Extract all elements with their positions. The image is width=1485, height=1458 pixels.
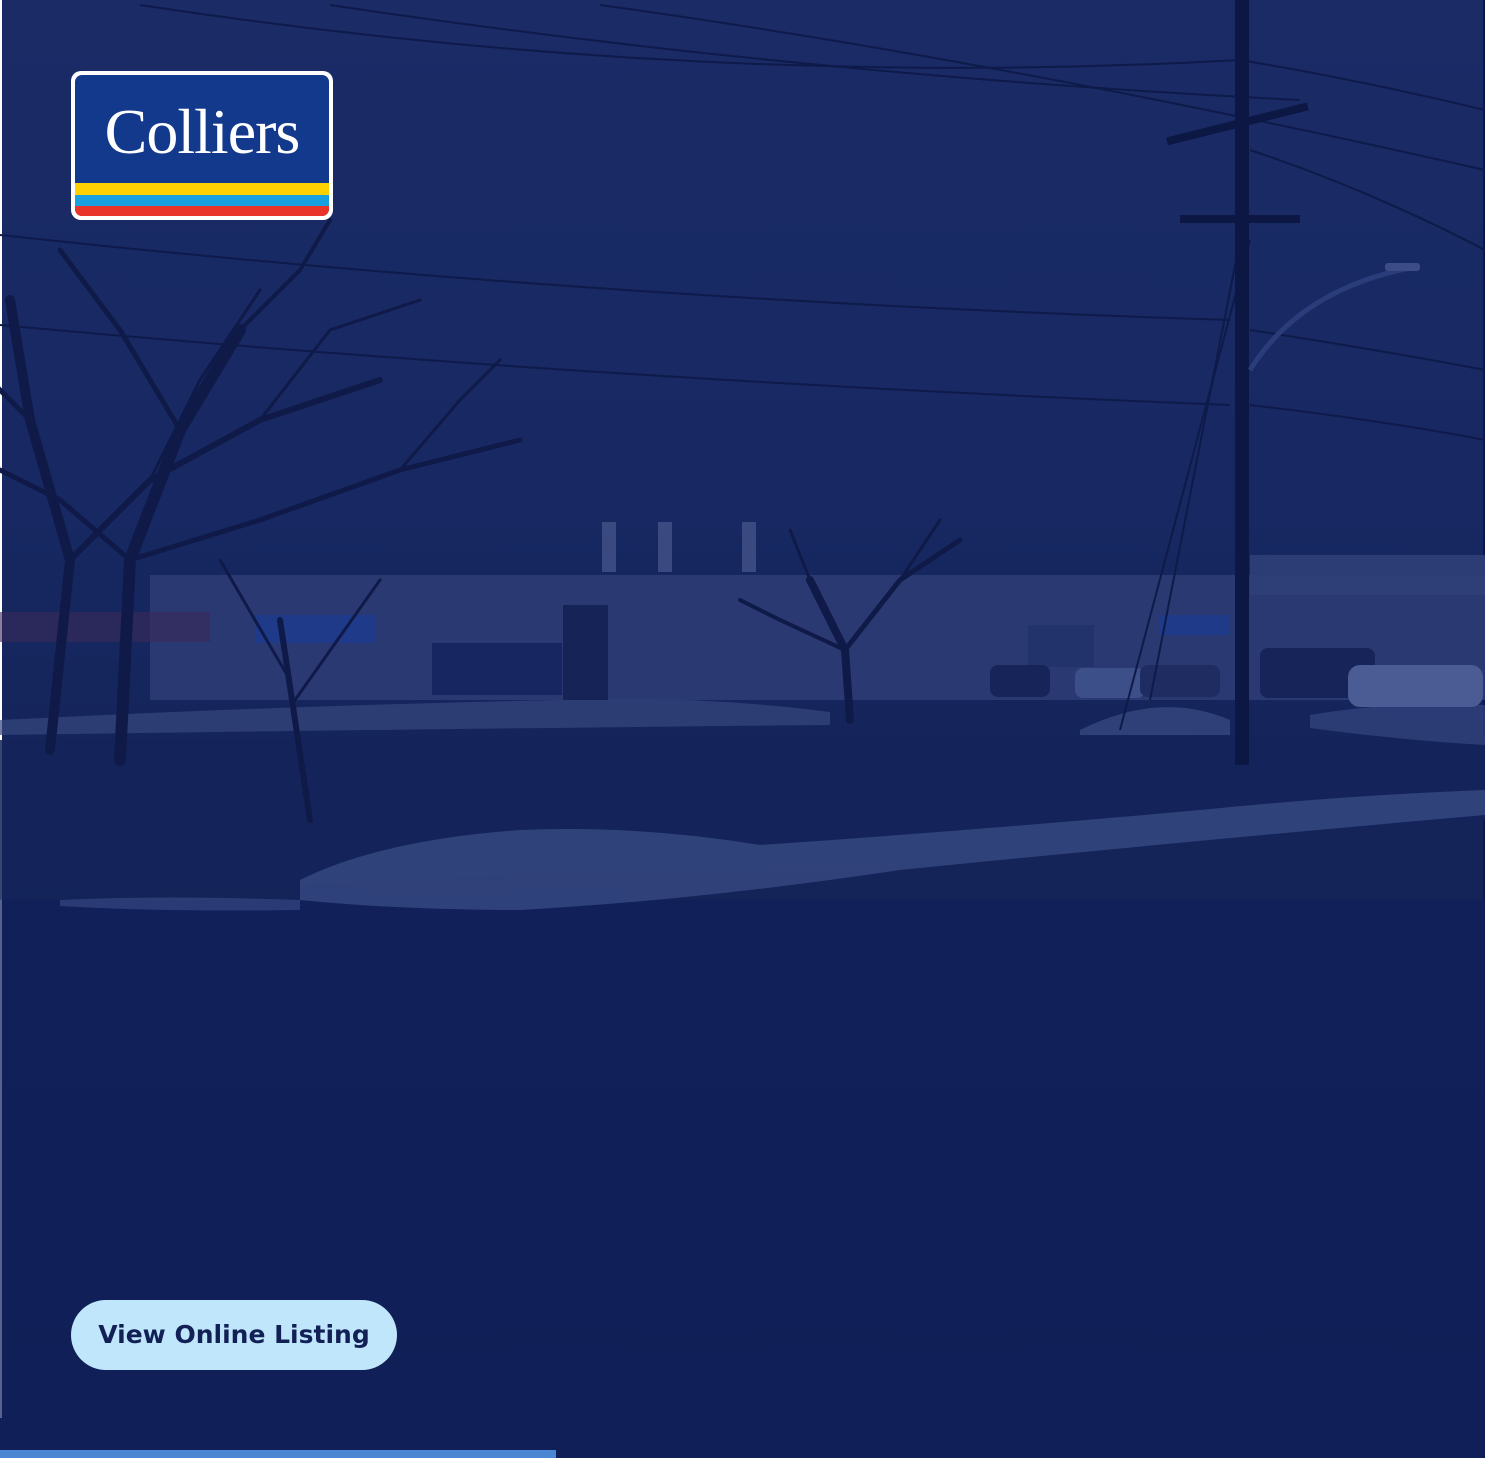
building-upper-right [1250, 555, 1485, 595]
car-white [1348, 665, 1483, 707]
snow-right [1080, 707, 1230, 735]
logo-stripe-yellow [75, 183, 329, 195]
utility-pole [1235, 0, 1249, 765]
chimney-3 [742, 522, 756, 572]
logo-badge: Colliers [75, 75, 329, 216]
building-door-dark [563, 605, 608, 700]
garage-door [1028, 625, 1094, 667]
logo-stripe-red [75, 206, 329, 216]
road-area [0, 900, 1485, 1458]
awning-right [1160, 615, 1230, 635]
street-light-arm [1247, 265, 1411, 372]
view-online-listing-button[interactable]: View Online Listing [71, 1300, 397, 1370]
chimney-2 [658, 522, 672, 572]
awning-left [255, 615, 375, 643]
chimney-1 [602, 522, 616, 572]
logo-wordmark: Colliers [104, 96, 301, 167]
pole-crossarm-2 [1180, 215, 1300, 223]
listing-cover-page: Colliers View Online Listing [0, 0, 1485, 1458]
colliers-logo[interactable]: Colliers [71, 71, 333, 220]
street-light-head [1385, 263, 1420, 271]
logo-stripe-cyan [75, 195, 329, 206]
sign-left [0, 612, 210, 642]
car-1 [990, 665, 1050, 697]
building-windows [432, 643, 562, 695]
accent-bar [0, 1450, 556, 1458]
